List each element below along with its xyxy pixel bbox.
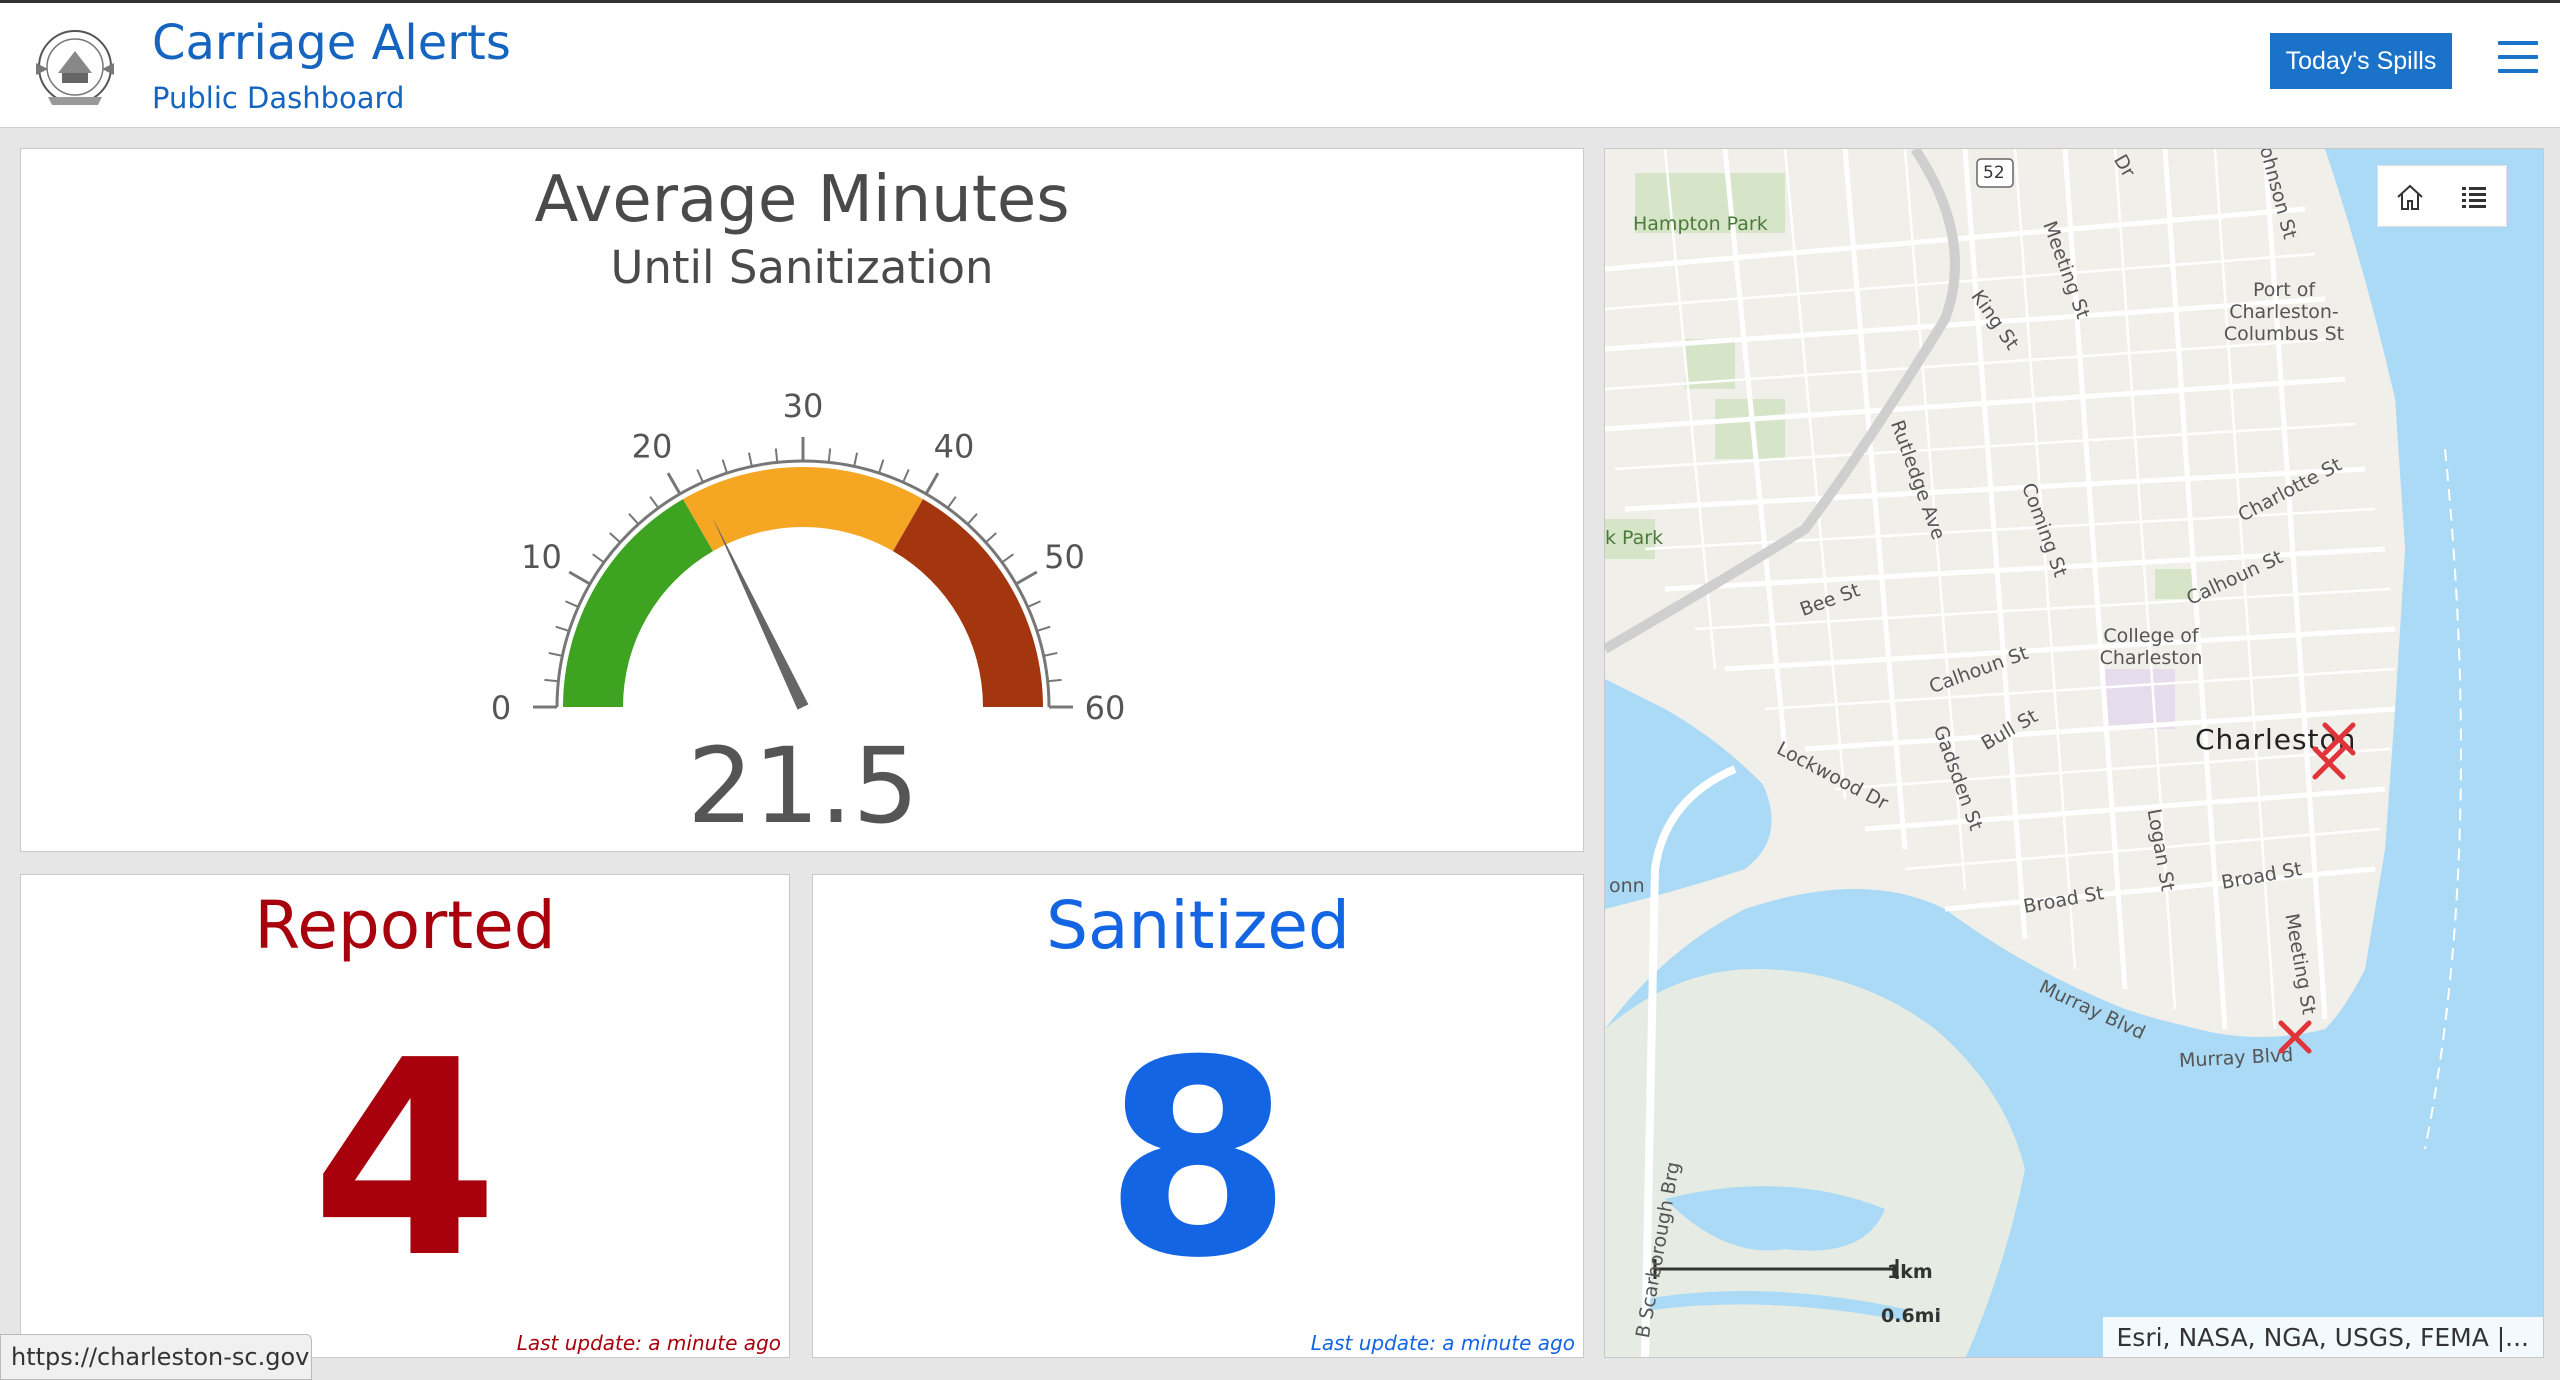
- gauge-tick-label: 60: [1085, 689, 1126, 727]
- gauge-tick: [555, 625, 570, 632]
- app-subtitle: Public Dashboard: [152, 81, 405, 115]
- gauge-tick: [946, 496, 957, 509]
- gauge-tick-label: 40: [934, 427, 975, 465]
- gauge-tick: [924, 472, 940, 495]
- gauge-tick: [568, 570, 591, 586]
- map-label-hampton-park: Hampton Park: [1633, 213, 1768, 235]
- todays-spills-button[interactable]: Today's Spills: [2270, 33, 2452, 89]
- gauge-tick: [565, 600, 579, 608]
- map-attribution[interactable]: Esri, NASA, NGA, USGS, FEMA |...: [2102, 1317, 2543, 1357]
- map-label-port: Port of Charleston-Columbus St: [2223, 279, 2345, 345]
- spill-map[interactable]: 52 Hampton Park k Park Meeting St King S…: [1604, 148, 2544, 1358]
- gauge-tick: [628, 513, 640, 525]
- legend-list-icon[interactable]: [2442, 166, 2506, 228]
- map-label-onn-partial: onn: [1609, 875, 1645, 897]
- gauge-value: 21.5: [687, 725, 919, 847]
- reported-indicator-panel: Reported 4 Last update: a minute ago: [20, 874, 790, 1358]
- gauge-tick: [985, 532, 997, 544]
- sanitized-value: 8: [1104, 1002, 1292, 1317]
- gauge-tick: [1036, 625, 1051, 632]
- gauge-tick: [609, 532, 621, 544]
- spill-marker-x-icon[interactable]: [2275, 1017, 2315, 1057]
- map-toolbar: [2377, 165, 2507, 227]
- map-basemap[interactable]: [1605, 149, 2544, 1358]
- gauge-tick-label: 0: [491, 689, 511, 727]
- gauge-tick: [902, 469, 910, 483]
- gauge-tick: [1047, 678, 1062, 683]
- gauge-tick: [696, 469, 704, 483]
- map-label-park-partial: k Park: [1605, 527, 1664, 549]
- gauge-tick: [966, 513, 978, 525]
- home-icon[interactable]: [2378, 166, 2442, 228]
- gauge-tick: [878, 459, 885, 474]
- gauge-tick: [1001, 553, 1014, 564]
- gauge-needle: [712, 517, 809, 710]
- sanitized-indicator-panel: Sanitized 8 Last update: a minute ago: [812, 874, 1584, 1358]
- gauge-tick: [666, 472, 682, 495]
- gauge-tick-label: 50: [1044, 538, 1085, 576]
- reported-value: 4: [311, 1002, 499, 1317]
- app-header: Carriage Alerts Public Dashboard Today's…: [0, 0, 2560, 128]
- reported-title: Reported: [254, 887, 556, 964]
- gauge-band-1: [683, 466, 923, 552]
- reported-last-update: Last update: a minute ago: [516, 1331, 781, 1355]
- gauge-tick: [544, 678, 559, 683]
- app-title: Carriage Alerts: [152, 15, 511, 71]
- gauge-tick: [592, 553, 605, 564]
- spill-marker-x-icon[interactable]: [2309, 743, 2349, 783]
- city-seal-logo: [28, 23, 122, 111]
- gauge-band-2: [893, 499, 1043, 707]
- gauge-tick: [774, 448, 779, 463]
- gauge-tick: [1043, 651, 1058, 657]
- average-minutes-gauge-panel: Average Minutes Until Sanitization 0 10 20…: [20, 148, 1584, 852]
- scale-mi-label: 0.6mi: [1881, 1305, 1941, 1327]
- hamburger-menu-icon[interactable]: [2498, 41, 2538, 83]
- gauge-tick: [548, 651, 563, 657]
- gauge-chart: 0 10 20 30 40 50 60 21.5: [491, 387, 1126, 847]
- scale-km-label: 1km: [1887, 1261, 1933, 1283]
- gauge-tick: [1015, 570, 1038, 586]
- gauge-tick: [1027, 600, 1041, 608]
- gauge-band-0: [563, 499, 713, 707]
- gauge-tick-label: 20: [632, 427, 673, 465]
- gauge-tick: [827, 448, 832, 463]
- status-url-tooltip: https://charleston-sc.gov: [0, 1334, 312, 1380]
- gauge-tick: [721, 459, 728, 474]
- map-label-college: College of Charleston: [2099, 625, 2203, 669]
- gauge-tick: [853, 452, 859, 467]
- sanitized-last-update: Last update: a minute ago: [1310, 1331, 1575, 1355]
- gauge-tick-label: 10: [521, 538, 562, 576]
- gauge-tick: [649, 496, 660, 509]
- sanitized-title: Sanitized: [1046, 887, 1350, 964]
- gauge-tick-label: 30: [783, 387, 824, 425]
- route-shield-label: 52: [1983, 163, 2005, 183]
- gauge-tick: [747, 452, 753, 467]
